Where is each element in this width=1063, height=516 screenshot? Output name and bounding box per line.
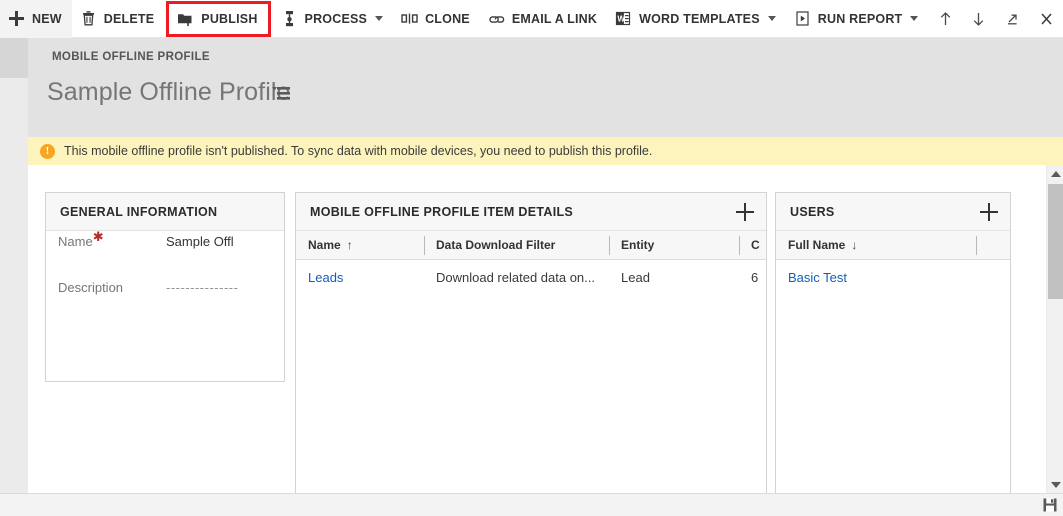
scroll-down-icon[interactable] bbox=[1047, 476, 1063, 493]
command-word-templates[interactable]: W WORD TEMPLATES bbox=[607, 0, 786, 38]
grid-users-column-headers: Full Name ↓ bbox=[776, 231, 1010, 260]
nav-rail bbox=[0, 78, 28, 516]
notification-bar: ! This mobile offline profile isn't publ… bbox=[28, 137, 1063, 165]
previous-record-button[interactable] bbox=[928, 0, 962, 38]
add-item-detail-button[interactable] bbox=[736, 202, 754, 221]
column-header-created[interactable]: C bbox=[739, 231, 766, 259]
pop-out-button[interactable] bbox=[996, 0, 1030, 38]
cell-created: 6 bbox=[751, 269, 759, 285]
table-row[interactable]: Leads Download related data on... Lead 6 bbox=[296, 260, 766, 294]
publish-icon bbox=[177, 10, 194, 27]
column-header-extra[interactable] bbox=[976, 231, 1010, 259]
column-header-full-name-label: Full Name bbox=[788, 238, 846, 252]
grid-users: USERS Full Name ↓ Basic Test bbox=[775, 192, 1011, 493]
save-icon bbox=[1043, 498, 1057, 512]
word-icon: W bbox=[615, 10, 632, 27]
field-description-value[interactable]: --------------- bbox=[166, 277, 238, 295]
close-icon bbox=[1041, 12, 1052, 25]
command-email-a-link-label: EMAIL A LINK bbox=[511, 11, 598, 26]
chevron-down-icon bbox=[767, 16, 776, 21]
command-delete[interactable]: DELETE bbox=[72, 0, 165, 38]
svg-text:W: W bbox=[618, 14, 626, 23]
grid-users-title: USERS bbox=[790, 204, 835, 219]
page-title: Sample Offline Profile bbox=[47, 78, 291, 106]
sort-ascending-icon: ↑ bbox=[346, 238, 353, 252]
list-item[interactable]: Basic Test bbox=[776, 260, 1010, 294]
sort-descending-icon: ↓ bbox=[851, 238, 858, 252]
chevron-down-icon bbox=[375, 16, 384, 21]
command-new-label: NEW bbox=[32, 11, 62, 26]
field-description-label-text: Description bbox=[58, 280, 124, 295]
column-header-entity-label: Entity bbox=[621, 238, 655, 252]
plus-icon bbox=[8, 10, 25, 27]
command-word-templates-label: WORD TEMPLATES bbox=[639, 11, 760, 26]
popout-icon bbox=[1008, 14, 1017, 24]
command-process[interactable]: PROCESS bbox=[273, 0, 394, 38]
section-general-information: GENERAL INFORMATION Name ✱ Sample Offl De… bbox=[45, 192, 285, 382]
scroll-up-icon[interactable] bbox=[1047, 165, 1063, 182]
scroll-thumb[interactable] bbox=[1048, 184, 1063, 299]
form-scroll-area: GENERAL INFORMATION Name ✱ Sample Offl De… bbox=[28, 165, 1030, 493]
grid-item-details-title: MOBILE OFFLINE PROFILE ITEM DETAILS bbox=[310, 204, 574, 219]
command-run-report-label: RUN REPORT bbox=[817, 11, 903, 26]
nav-rail-top bbox=[0, 38, 28, 78]
grid-item-details-column-headers: Name ↑ Data Download Filter Entity C bbox=[296, 231, 766, 260]
clone-icon bbox=[401, 10, 418, 27]
add-user-button[interactable] bbox=[980, 202, 998, 221]
close-button[interactable] bbox=[1029, 0, 1063, 38]
chevron-down-icon bbox=[910, 16, 919, 21]
command-publish-label: PUBLISH bbox=[201, 11, 258, 26]
up-arrow-icon bbox=[940, 11, 950, 25]
field-name-value[interactable]: Sample Offl bbox=[166, 231, 272, 249]
form-body: GENERAL INFORMATION Name ✱ Sample Offl De… bbox=[28, 165, 1063, 493]
column-header-created-label: C bbox=[751, 238, 760, 252]
report-icon bbox=[794, 10, 811, 27]
column-header-name[interactable]: Name ↑ bbox=[296, 231, 424, 259]
column-header-full-name[interactable]: Full Name ↓ bbox=[776, 231, 976, 259]
warning-icon: ! bbox=[40, 143, 55, 159]
grid-item-details-header: MOBILE OFFLINE PROFILE ITEM DETAILS bbox=[296, 193, 766, 231]
field-description: Description --------------- bbox=[46, 277, 284, 323]
column-header-entity[interactable]: Entity bbox=[609, 231, 739, 259]
command-bar: NEW DELETE PUBLISH PROCESS CLONE EMAIL A… bbox=[0, 0, 1063, 38]
vertical-scrollbar[interactable] bbox=[1046, 165, 1063, 493]
next-record-button[interactable] bbox=[962, 0, 996, 38]
column-header-name-label: Name bbox=[308, 238, 341, 252]
column-header-data-download-filter-label: Data Download Filter bbox=[436, 238, 556, 252]
column-header-data-download-filter[interactable]: Data Download Filter bbox=[424, 231, 609, 259]
command-publish[interactable]: PUBLISH bbox=[166, 0, 271, 37]
app-window: NEW DELETE PUBLISH PROCESS CLONE EMAIL A… bbox=[0, 0, 1063, 516]
down-arrow-icon bbox=[974, 12, 984, 26]
link-icon bbox=[488, 10, 505, 27]
command-clone-label: CLONE bbox=[425, 11, 470, 26]
command-new[interactable]: NEW bbox=[0, 0, 72, 38]
command-clone[interactable]: CLONE bbox=[393, 0, 480, 38]
process-icon bbox=[281, 10, 298, 27]
field-name-label: Name ✱ bbox=[58, 229, 166, 249]
field-name: Name ✱ Sample Offl bbox=[46, 229, 284, 277]
save-button[interactable] bbox=[1037, 494, 1063, 516]
cell-full-name[interactable]: Basic Test bbox=[776, 260, 976, 294]
trash-icon bbox=[80, 10, 97, 27]
field-description-label: Description bbox=[58, 277, 166, 295]
form-selector-icon[interactable] bbox=[272, 86, 294, 102]
status-bar bbox=[0, 493, 1063, 516]
field-name-label-text: Name bbox=[58, 234, 93, 249]
command-email-a-link[interactable]: EMAIL A LINK bbox=[480, 0, 607, 38]
grid-users-header: USERS bbox=[776, 193, 1010, 231]
cell-data-download-filter: Download related data on... bbox=[436, 269, 595, 285]
command-run-report[interactable]: RUN REPORT bbox=[786, 0, 929, 38]
command-delete-label: DELETE bbox=[103, 11, 155, 26]
cell-name[interactable]: Leads bbox=[296, 260, 424, 294]
required-indicator: ✱ bbox=[92, 229, 104, 244]
section-general-information-title: GENERAL INFORMATION bbox=[46, 193, 284, 231]
cell-entity: Lead bbox=[621, 269, 650, 285]
grid-item-details: MOBILE OFFLINE PROFILE ITEM DETAILS Name… bbox=[295, 192, 767, 493]
breadcrumb: MOBILE OFFLINE PROFILE bbox=[52, 51, 210, 63]
command-process-label: PROCESS bbox=[304, 11, 368, 26]
notification-message: This mobile offline profile isn't publis… bbox=[64, 144, 653, 158]
